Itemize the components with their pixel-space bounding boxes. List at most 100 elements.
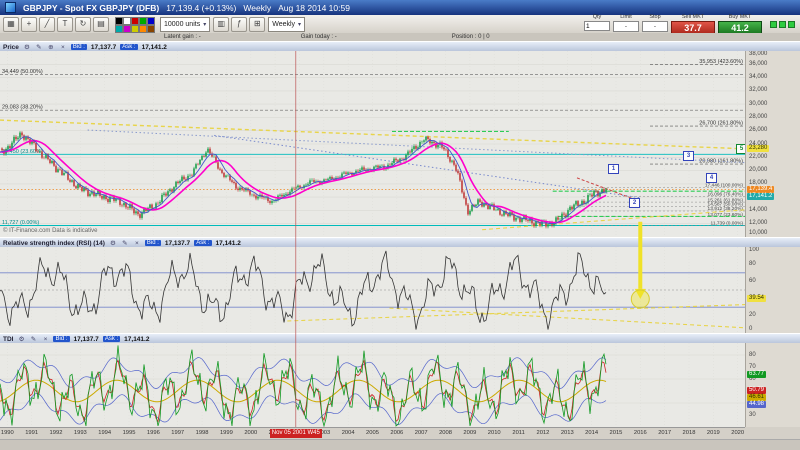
year-tick-label: 2004 xyxy=(338,430,358,436)
window-titlebar: GBPJPY - Spot FX GBPJPY (DFB) 17,139.4 (… xyxy=(0,0,800,15)
palette-color-swatch[interactable] xyxy=(147,25,155,33)
palette-color-swatch[interactable] xyxy=(147,17,155,25)
bottom-strip xyxy=(0,439,800,450)
qty-label: Qty xyxy=(593,14,602,20)
status-square xyxy=(788,21,795,28)
bid-chip: Bid : xyxy=(71,44,87,50)
palette-color-swatch[interactable] xyxy=(139,25,147,33)
price-axis-tick: 10,000 xyxy=(749,230,767,237)
bid-value: 17,137.7 xyxy=(74,336,99,343)
buy-column: Buy MKT 41.2 xyxy=(718,14,762,34)
elliott-wave-label[interactable]: 4 xyxy=(706,173,717,183)
chevron-down-icon: ▾ xyxy=(298,21,301,28)
elliott-wave-label[interactable]: 5 xyxy=(736,144,745,154)
palette-color-swatch[interactable] xyxy=(139,17,147,25)
svg-text:11,727 (0.00%): 11,727 (0.00%) xyxy=(2,220,39,226)
tdi-band-low xyxy=(0,394,606,425)
timeframe-select[interactable]: Weekly ▾ xyxy=(268,17,305,32)
year-tick-label: 1993 xyxy=(70,430,90,436)
add-object-icon[interactable]: + xyxy=(21,17,37,32)
year-tick-label: 2017 xyxy=(655,430,675,436)
layout-icon[interactable]: ⊞ xyxy=(249,17,265,32)
year-tick-label: 2000 xyxy=(241,430,261,436)
price-axis-tick: 36,000 xyxy=(749,61,767,68)
rsi-panel-title: Relative strength index (RSI) (14) xyxy=(3,240,105,247)
titlebar-price: 17,139.4 (+0.13%) xyxy=(166,3,236,13)
main-toolbar: ▦+╱T↻▤ 10000 units ▾ ▥ƒ⊞ Weekly ▾ Qty Li… xyxy=(0,15,800,34)
indicator-icon[interactable]: ƒ xyxy=(231,17,247,32)
sell-mkt-label: Sell MKT xyxy=(682,14,704,20)
qty-input[interactable] xyxy=(584,21,610,31)
tdi-band-high xyxy=(0,358,606,389)
tdi-axis[interactable]: 80706050403063.7750.7946.6144.98 xyxy=(745,343,800,427)
palette-color-swatch[interactable] xyxy=(131,17,139,25)
tdi-axis-highlight: 44.98 xyxy=(747,401,766,408)
price-axis-tick: 22,000 xyxy=(749,154,767,161)
limit-column: Limit - xyxy=(613,14,639,32)
year-tick-label: 2015 xyxy=(606,430,626,436)
status-square xyxy=(779,21,786,28)
rsi-chart-svg xyxy=(0,247,745,333)
trendline-tool-icon[interactable]: ╱ xyxy=(39,17,55,32)
status-square xyxy=(770,21,777,28)
stop-order-button[interactable]: - xyxy=(642,21,668,32)
price-axis-tick: 14,000 xyxy=(749,207,767,214)
year-tick-label: 1998 xyxy=(192,430,212,436)
rsi-axis[interactable]: 10080604020039.54 xyxy=(745,247,800,333)
refresh-icon[interactable]: ↻ xyxy=(75,17,91,32)
stop-label: Stop xyxy=(649,14,660,20)
window-title: GBPJPY - Spot FX GBPJPY (DFB) xyxy=(23,3,159,13)
rsi-axis-tick: 20 xyxy=(749,312,756,319)
year-tick-label: 2020 xyxy=(728,430,748,436)
year-tick-label: 2012 xyxy=(533,430,553,436)
year-tick-label: 1995 xyxy=(119,430,139,436)
rsi-axis-tick: 80 xyxy=(749,261,756,268)
position-label: Position : 0 | 0 xyxy=(452,34,490,40)
palette-color-swatch[interactable] xyxy=(115,25,123,33)
svg-text:16,096 (76.40%): 16,096 (76.40%) xyxy=(708,192,744,198)
chart-grid-icon[interactable]: ▦ xyxy=(3,17,19,32)
color-palette xyxy=(115,17,154,32)
year-tick-label: 1990 xyxy=(0,430,17,436)
rsi-axis-tick: 60 xyxy=(749,278,756,285)
year-tick-label: 2006 xyxy=(387,430,407,436)
limit-order-button[interactable]: - xyxy=(613,21,639,32)
ask-value: 17,141.2 xyxy=(124,336,149,343)
qty-column: Qty xyxy=(584,14,610,31)
year-tick-label: 2009 xyxy=(460,430,480,436)
ask-chip: Ask : xyxy=(103,336,120,342)
elliott-wave-label[interactable]: 3 xyxy=(683,151,694,161)
tdi-axis-tick: 30 xyxy=(749,412,756,419)
tdi-panel-title: TDI xyxy=(3,336,13,343)
price-axis[interactable]: 38,00036,00034,00032,00030,00028,00026,0… xyxy=(745,51,800,237)
bid-value: 17,137.7 xyxy=(91,44,116,51)
latent-gain-label: Latent gain : - xyxy=(164,34,201,40)
svg-text:26,700 (261.80%): 26,700 (261.80%) xyxy=(699,121,743,127)
price-axis-tick: 38,000 xyxy=(749,51,767,58)
elliott-wave-label[interactable]: 1 xyxy=(608,164,619,174)
price-axis-highlight: 23,280 xyxy=(747,145,769,152)
price-axis-tick: 12,000 xyxy=(749,220,767,227)
tdi-axis-tick: 80 xyxy=(749,352,756,359)
candlestick-style-icon[interactable]: ▥ xyxy=(213,17,229,32)
text-tool-icon[interactable]: T xyxy=(57,17,73,32)
price-chart[interactable]: 34,449 (50.00%)29,083 (38.20%)22,450 (23… xyxy=(0,51,745,237)
svg-text:29,083 (38.20%): 29,083 (38.20%) xyxy=(2,105,43,111)
watchlist-icon[interactable]: ▤ xyxy=(93,17,109,32)
year-tick-label: 2007 xyxy=(411,430,431,436)
year-tick-label: 1997 xyxy=(168,430,188,436)
palette-color-swatch[interactable] xyxy=(131,25,139,33)
bid-chip: Bid : xyxy=(145,240,161,246)
year-tick-label: 2019 xyxy=(703,430,723,436)
elliott-wave-label[interactable]: 2 xyxy=(629,198,640,208)
ask-value: 17,141.2 xyxy=(142,44,167,51)
palette-color-swatch[interactable] xyxy=(115,17,123,25)
palette-color-swatch[interactable] xyxy=(123,17,131,25)
tdi-axis-highlight: 63.77 xyxy=(747,371,766,378)
units-select[interactable]: 10000 units ▾ xyxy=(160,17,210,32)
trading-platform-window: GBPJPY - Spot FX GBPJPY (DFB) 17,139.4 (… xyxy=(0,0,800,450)
palette-color-swatch[interactable] xyxy=(123,25,131,33)
tdi-chart[interactable] xyxy=(0,343,745,427)
rsi-chart[interactable] xyxy=(0,247,745,333)
rsi-line xyxy=(0,251,606,330)
